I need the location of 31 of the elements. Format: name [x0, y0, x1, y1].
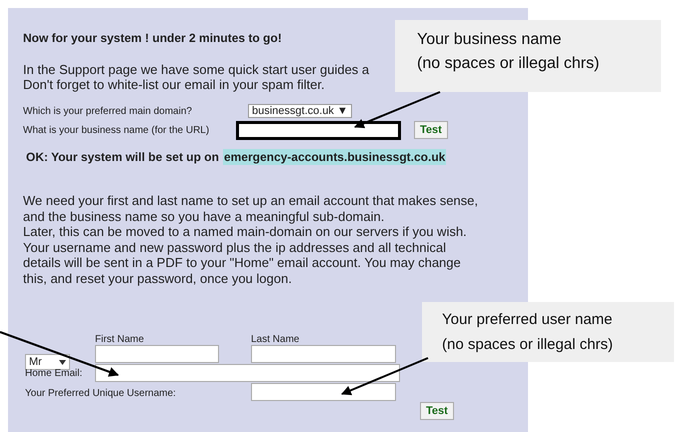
callout-text: Your business name	[417, 30, 562, 50]
domain-select[interactable]: businessgt.co.uk ▼	[248, 104, 352, 118]
explanation-text: Your username and new password plus the ip addresses and all technical	[23, 240, 446, 255]
callout-text: (no spaces or illegal chrs)	[417, 54, 600, 74]
test-button[interactable]: Test	[414, 121, 448, 139]
first-name-field[interactable]	[95, 345, 219, 363]
field-label: First Name	[95, 333, 144, 347]
subdomain-text: emergency-accounts.businessgt.co.uk	[222, 149, 446, 165]
callout-text: (no spaces or illegal chrs)	[442, 335, 613, 355]
form-heading: Now for your system ! under 2 minutes to go!	[23, 31, 282, 45]
test-button[interactable]: Test	[420, 402, 454, 420]
field-label: Last Name	[251, 333, 300, 347]
field-label: Which is your preferred main domain?	[23, 104, 193, 118]
username-field[interactable]	[251, 383, 396, 401]
intro-text: Don't forget to white-list our email in your spam filter.	[23, 77, 325, 92]
intro-text: In the Support page we have some quick start user guides a	[23, 62, 370, 77]
field-label: Your Preferred Unique Username:	[25, 387, 176, 401]
explanation-text: this, and reset your password, once you logon.	[23, 270, 292, 286]
field-label: Home Email:	[25, 367, 82, 381]
explanation-text: We need your first and last name to set up an email account that makes sense,	[23, 193, 478, 208]
last-name-field[interactable]	[251, 345, 396, 363]
field-label: What is your business name (for the URL)	[23, 124, 210, 138]
explanation-text: Later, this can be moved to a named main-domain on our servers if you wish.	[23, 224, 467, 240]
email-field[interactable]	[95, 364, 400, 382]
explanation-text: details will be sent in a PDF to your "Home" email account. You may change	[23, 255, 461, 270]
setup-message: OK: Your system will be set up on	[26, 149, 219, 165]
business-name-field[interactable]	[236, 120, 401, 140]
title-select[interactable]: Mr	[25, 354, 70, 370]
caret-icon	[59, 360, 66, 364]
explanation-text: and the business name so you have a meaningful sub-domain.	[23, 208, 384, 224]
callout-text: Your preferred user name	[442, 310, 612, 330]
